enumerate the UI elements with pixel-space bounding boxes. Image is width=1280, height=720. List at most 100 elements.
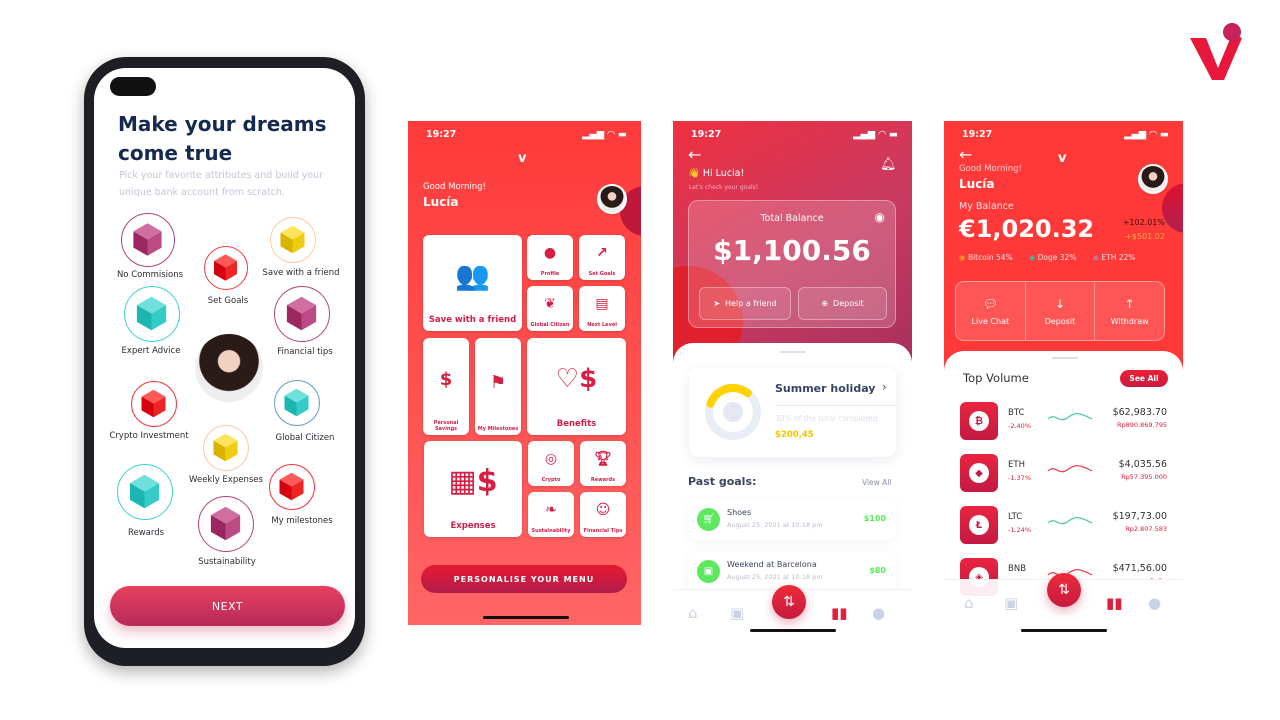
attribute-label: Global Citizen — [275, 433, 335, 443]
stats-icon[interactable]: ▮▮ — [1106, 594, 1123, 612]
profile-icon[interactable]: ● — [1148, 594, 1161, 612]
cube-icon — [141, 389, 166, 418]
attribute-option[interactable] — [203, 425, 249, 471]
back-arrow-icon[interactable]: ← — [688, 145, 701, 164]
attribute-label: No Commisions — [116, 270, 184, 280]
send-icon: ➤ — [713, 299, 721, 308]
attribute-label: Set Goals — [207, 296, 249, 306]
status-time: 19:27 — [691, 129, 722, 140]
personal-savings-icon: $ — [439, 368, 453, 390]
eth-icon: ◆ — [960, 454, 998, 492]
avatar[interactable] — [1138, 164, 1168, 194]
cube-icon — [286, 296, 317, 331]
arrow-up-icon: ↑ — [1124, 296, 1135, 311]
eye-icon[interactable]: ◉ — [875, 210, 885, 224]
attribute-option[interactable] — [269, 464, 315, 510]
attribute-option[interactable] — [198, 496, 254, 552]
tile-crypto[interactable]: ◎ Crypto — [528, 441, 574, 486]
attribute-option[interactable] — [117, 464, 173, 520]
tile-save-with-friend[interactable]: 👥 Save with a friend — [423, 235, 522, 331]
help-friend-button[interactable]: ➤ Help a friend — [699, 287, 791, 320]
balance-card: Total Balance ◉ $1,100.56 ➤ Help a friend… — [688, 200, 896, 328]
attribute-option[interactable] — [270, 217, 316, 263]
attribute-option[interactable] — [124, 286, 180, 342]
tile-global-citizen[interactable]: ❦ Global Citizen — [527, 286, 573, 331]
plus-circle-icon: ⊕ — [821, 299, 829, 308]
avatar[interactable] — [597, 184, 627, 214]
status-time: 19:27 — [962, 129, 993, 140]
expenses-icon: ▦$ — [448, 463, 498, 499]
dot-icon: ◉ — [959, 253, 966, 262]
action-deposit-button[interactable]: ↓ Deposit — [1024, 282, 1095, 340]
personalise-menu-button[interactable]: PERSONALISE YOUR MENU — [421, 565, 627, 593]
back-arrow-icon[interactable]: ← — [959, 145, 972, 164]
profile-icon[interactable]: ● — [872, 604, 885, 622]
arrow-down-icon: ↓ — [1054, 296, 1066, 311]
benefits-icon: ♡$ — [555, 363, 598, 394]
see-all-button[interactable]: See All — [1120, 370, 1168, 387]
tile-set-goals[interactable]: ↗ Set Goals — [579, 235, 625, 280]
my-balance: €1,020.32 — [959, 215, 1095, 243]
allocation-item: ◉ ETH 22% — [1092, 253, 1136, 262]
action-live-chat-button[interactable]: 💬︎ Live Chat — [956, 282, 1025, 340]
home-icon[interactable]: ⌂ — [688, 604, 698, 622]
camera-notch — [110, 77, 156, 96]
action-withdraw-button[interactable]: ↑ Withdraw — [1094, 282, 1164, 340]
transfer-button[interactable]: ⇅ — [1047, 573, 1081, 607]
attribute-label: My milestones — [271, 516, 333, 526]
tile-my-milestones[interactable]: ⚑ My Milestones — [475, 338, 521, 435]
sparkline — [1047, 413, 1093, 421]
greeting: 👋 Hi Lucia! — [688, 168, 745, 179]
tile-personal-savings[interactable]: $ Personal Savings — [423, 338, 469, 435]
logo-icon: v — [1058, 151, 1067, 166]
attribute-option[interactable] — [131, 381, 177, 427]
attribute-label: Rewards — [127, 528, 165, 538]
sparkline — [1047, 517, 1093, 525]
cube-icon — [210, 506, 241, 541]
sparkline — [1047, 465, 1093, 473]
cube-icon — [214, 254, 237, 281]
attribute-label: Financial tips — [277, 347, 333, 357]
cube-icon — [284, 388, 309, 417]
deposit-button[interactable]: ⊕ Deposit — [798, 287, 887, 320]
cube-icon — [129, 474, 160, 509]
past-goal-item[interactable]: 🛒︎ Shoes August 25, 2021 at 10:18 pm $100 — [688, 499, 896, 540]
greeting: Good Morning! — [423, 182, 486, 192]
wallet-icon[interactable]: ▣ — [730, 604, 744, 622]
profile-photo — [195, 334, 263, 402]
tile-expenses[interactable]: ▦$ Expenses — [424, 441, 522, 537]
wallet-icon[interactable]: ▣ — [1004, 594, 1018, 612]
attribute-option[interactable] — [274, 380, 320, 426]
tile-profile[interactable]: ● Profile — [527, 235, 573, 280]
allocation-item: ◉ Bitcoin 54% — [959, 253, 1013, 262]
tile-sustainability[interactable]: ❧ Sustainability — [528, 492, 574, 537]
attribute-option[interactable] — [204, 246, 248, 290]
home-icon[interactable]: ⌂ — [964, 594, 974, 612]
btc-icon: ₿ — [960, 402, 998, 440]
tile-benefits[interactable]: ♡$ Benefits — [527, 338, 626, 435]
stats-icon[interactable]: ▮▮ — [831, 604, 848, 622]
actions-panel: 💬︎ Live Chat ↓ Deposit ↑ Withdraw — [955, 281, 1165, 341]
bell-icon[interactable]: 🔔︎ — [880, 157, 897, 172]
attribute-label: Weekly Expenses — [189, 475, 263, 485]
chevron-right-icon[interactable]: › — [882, 380, 887, 394]
tile-financial-tips[interactable]: ☺ Financial Tips — [580, 492, 626, 537]
chat-icon: 💬︎ — [982, 296, 998, 311]
attribute-option[interactable] — [274, 286, 330, 342]
tile-next-level[interactable]: ▤ Next Level — [579, 286, 625, 331]
brand-logo — [1190, 23, 1242, 80]
global-citizen-icon: ❦ — [544, 296, 556, 312]
transfer-button[interactable]: ⇅ — [772, 585, 806, 619]
logo-icon: v — [518, 151, 527, 166]
menu-screen: 19:27 ▂▄▆ ◠ ▬ v Good Morning! Lucía 👥 Save… — [408, 121, 641, 625]
tile-rewards[interactable]: 🏆︎ Rewards — [580, 441, 626, 486]
user-name: Lucía — [959, 177, 995, 191]
attribute-label: Expert Advice — [121, 346, 181, 356]
save-with-friend-icon: 👥 — [455, 258, 490, 292]
view-all-link[interactable]: View All — [862, 478, 891, 487]
goal-card[interactable]: Summer holiday › 30% of the total comple… — [689, 368, 896, 457]
allocation-item: ◉ Doge 32% — [1028, 253, 1077, 262]
attribute-option[interactable] — [121, 213, 175, 267]
next-button[interactable]: NEXT — [110, 586, 345, 626]
crypto-icon: ◎ — [544, 451, 558, 467]
